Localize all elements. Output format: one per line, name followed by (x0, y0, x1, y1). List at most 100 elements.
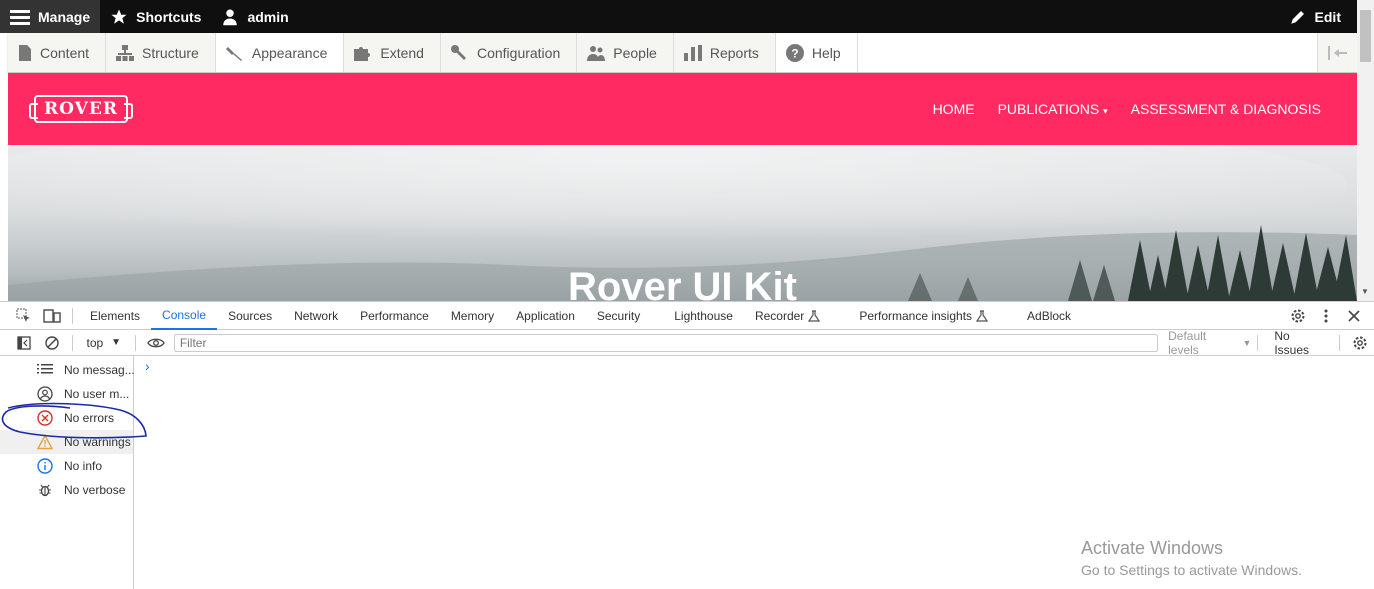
context-selector[interactable]: top ▼ (78, 336, 129, 350)
flask-icon (976, 309, 989, 322)
tray-label: Extend (380, 44, 424, 61)
watermark-subtitle: Go to Settings to activate Windows. (1081, 562, 1302, 578)
site-nav: HOME PUBLICATIONS ▾ ASSESSMENT & DIAGNOS… (933, 101, 1357, 117)
settings-gear-icon[interactable] (1284, 302, 1312, 330)
tab-performance[interactable]: Performance (349, 302, 440, 330)
user-button[interactable]: admin (211, 0, 298, 33)
list-icon (37, 364, 53, 374)
info-icon (37, 458, 53, 474)
tray-item-extend[interactable]: Extend (344, 33, 441, 72)
tab-recorder-label: Recorder (754, 308, 805, 323)
shortcuts-label: Shortcuts (136, 8, 202, 25)
page-scrollbar-thumb[interactable] (1360, 10, 1371, 62)
tab-recorder[interactable]: Recorder (744, 302, 848, 330)
sidebar-item-info[interactable]: No info (0, 454, 133, 478)
divider (1339, 334, 1341, 351)
filter-input[interactable] (173, 333, 1159, 352)
collapse-icon (1327, 45, 1347, 60)
default-levels-dropdown[interactable]: Default levels ▼ (1168, 329, 1251, 357)
sidebar-item-label: No verbose (64, 483, 126, 497)
divider (1257, 334, 1259, 351)
tray-item-help[interactable]: ? Help (775, 33, 858, 72)
admin-tray: Content Structure Appearance Extend Conf… (8, 33, 1357, 73)
tab-memory[interactable]: Memory (440, 302, 505, 330)
tab-application[interactable]: Application (505, 302, 586, 330)
sitemap-icon (116, 44, 135, 61)
devtools-actions (1284, 302, 1374, 330)
caret-down-icon: ▼ (1242, 337, 1252, 348)
star-icon (111, 9, 127, 24)
tab-performance-insights[interactable]: Performance insights (848, 302, 1016, 330)
tab-console[interactable]: Console (151, 302, 218, 330)
issues-button[interactable]: No Issues (1274, 329, 1327, 357)
user-label: admin (247, 8, 289, 25)
tray-item-appearance[interactable]: Appearance (215, 33, 345, 72)
sidebar-toggle-icon[interactable] (10, 329, 38, 357)
device-toolbar-icon[interactable] (38, 302, 66, 330)
tab-elements[interactable]: Elements (79, 302, 151, 330)
sidebar-item-label: No user m... (64, 387, 130, 401)
tray-label: People (613, 44, 657, 61)
admin-toolbar: Manage Shortcuts admin Edit (0, 0, 1357, 33)
hand-drawn-circle (1, 402, 147, 439)
tray-item-content[interactable]: Content (8, 33, 107, 72)
tray-item-reports[interactable]: Reports (673, 33, 776, 72)
site-header: ROVER HOME PUBLICATIONS ▾ ASSESSMENT & D… (8, 73, 1357, 145)
bar-chart-icon (683, 44, 702, 61)
user-icon (223, 9, 238, 25)
nav-publications-label: PUBLICATIONS (997, 101, 1100, 117)
tab-sources[interactable]: Sources (217, 302, 283, 330)
site-logo[interactable]: ROVER (29, 95, 133, 123)
tray-item-configuration[interactable]: Configuration (440, 33, 578, 72)
svg-text:?: ? (791, 46, 798, 60)
caret-down-icon: ▾ (1103, 106, 1108, 116)
file-icon (19, 44, 31, 61)
nav-home[interactable]: HOME (933, 101, 975, 117)
manage-label: Manage (38, 8, 91, 25)
edit-button[interactable]: Edit (1279, 0, 1357, 33)
page-scrollbar[interactable]: ▼ (1357, 0, 1374, 301)
people-icon (587, 45, 606, 61)
console-settings-icon[interactable] (1346, 329, 1374, 357)
tab-security[interactable]: Security (586, 302, 663, 330)
hero-title: Rover UI Kit (568, 265, 797, 301)
eye-icon[interactable] (142, 329, 170, 357)
divider (72, 307, 73, 324)
hero-banner: Rover UI Kit (8, 145, 1357, 301)
nav-assessment[interactable]: ASSESSMENT & DIAGNOSIS (1131, 101, 1321, 117)
windows-activation-watermark: Activate Windows Go to Settings to activ… (1081, 538, 1302, 578)
devtools-tabbar: Elements Console Sources Network Perform… (0, 301, 1374, 330)
tab-lighthouse[interactable]: Lighthouse (663, 302, 744, 330)
wrench-icon (450, 44, 466, 60)
tray-label: Content (40, 44, 90, 61)
context-label: top (86, 335, 104, 350)
tray-orientation-toggle[interactable] (1317, 33, 1357, 72)
more-options-icon[interactable] (1312, 302, 1340, 330)
bug-icon (39, 484, 51, 497)
tray-label: Help (811, 44, 841, 61)
clear-console-icon[interactable] (38, 329, 66, 357)
tab-performance-insights-label: Performance insights (859, 308, 973, 323)
paintbrush-icon (225, 46, 242, 61)
sidebar-item-messages[interactable]: No messag... (0, 358, 135, 382)
watermark-title: Activate Windows (1081, 538, 1224, 558)
tab-network[interactable]: Network (283, 302, 349, 330)
flask-icon (808, 309, 821, 322)
tray-item-people[interactable]: People (577, 33, 674, 72)
tab-adblock[interactable]: AdBlock (1016, 302, 1082, 330)
sidebar-item-verbose[interactable]: No verbose (0, 478, 133, 502)
tray-item-structure[interactable]: Structure (106, 33, 216, 72)
inspect-element-icon[interactable] (10, 302, 38, 330)
pencil-icon (1290, 10, 1304, 24)
manage-button[interactable]: Manage (0, 0, 101, 33)
hamburger-icon (10, 9, 30, 25)
divider (71, 334, 73, 351)
sidebar-item-label: No info (64, 459, 103, 473)
sidebar-item-label: No messag... (64, 363, 135, 377)
shortcuts-button[interactable]: Shortcuts (100, 0, 211, 33)
close-icon[interactable] (1340, 302, 1368, 330)
tray-label: Configuration (476, 44, 561, 61)
nav-publications[interactable]: PUBLICATIONS ▾ (998, 101, 1108, 117)
scroll-down-icon[interactable]: ▼ (1361, 287, 1369, 296)
console-prompt-chevron-icon[interactable]: › (145, 358, 150, 374)
